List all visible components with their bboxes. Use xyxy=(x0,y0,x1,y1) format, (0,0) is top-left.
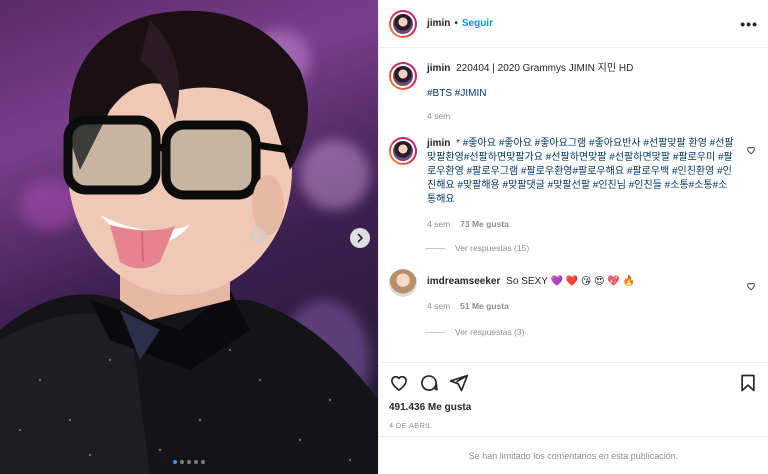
comment-time[interactable]: 4 sem xyxy=(427,219,450,229)
replies-label: Ver respuestas (15) xyxy=(455,243,530,253)
comment-username[interactable]: jimin xyxy=(427,138,450,149)
carousel-dot xyxy=(173,460,177,464)
comment-time[interactable]: 4 sem xyxy=(427,301,450,311)
comment-meta: 4 sem 73 Me gusta xyxy=(427,219,736,229)
list-item: jimin * #좋아요 #좋아요 #좋아요그램 #좋아요반사 #선팔맞팔 환영… xyxy=(389,137,758,229)
chevron-right-icon xyxy=(357,233,364,243)
list-item: imdreamseeker So SEXY 💜 ❤️ 😘 😍 💖 🔥 4 sem… xyxy=(389,269,758,311)
heart-icon xyxy=(747,146,755,155)
replies-label: Ver respuestas (3) xyxy=(455,327,525,337)
avatar[interactable] xyxy=(389,269,417,297)
carousel-next-button[interactable] xyxy=(350,228,370,248)
comment-like-button[interactable] xyxy=(746,281,756,294)
follow-button[interactable]: Seguir xyxy=(462,18,493,29)
avatar[interactable] xyxy=(389,137,417,165)
comment-meta: 4 sem 51 Me gusta xyxy=(427,301,736,311)
share-icon xyxy=(449,374,469,391)
avatar[interactable] xyxy=(389,62,417,90)
comment-likes[interactable]: 51 Me gusta xyxy=(460,301,509,311)
carousel-dot xyxy=(201,460,205,464)
heart-icon xyxy=(747,282,755,291)
likes-count[interactable]: 491.436 Me gusta xyxy=(379,402,768,418)
view-replies-button[interactable]: Ver respuestas (15) xyxy=(425,243,758,253)
comment-text: * #좋아요 #좋아요 #좋아요그램 #좋아요반사 #선팔맞팔 환영 #선팔맞팔… xyxy=(427,138,734,205)
comment-like-button[interactable] xyxy=(746,145,756,158)
post-header: jimin • Seguir ••• xyxy=(379,0,768,48)
carousel-dot xyxy=(194,460,198,464)
bookmark-icon xyxy=(741,374,755,391)
post-photo[interactable] xyxy=(0,0,378,474)
heart-icon xyxy=(391,375,407,391)
person-illustration xyxy=(0,10,378,474)
action-bar xyxy=(379,362,768,402)
caption: jimin 220404 | 2020 Grammys JIMIN 지민 HD … xyxy=(389,62,758,121)
carousel-dot xyxy=(187,460,191,464)
avatar[interactable] xyxy=(389,9,417,38)
header-separator: • xyxy=(454,18,458,29)
save-button[interactable] xyxy=(738,373,758,393)
more-options-icon[interactable]: ••• xyxy=(740,16,758,32)
comments-limited-notice: Se han limitado los comentarios en esta … xyxy=(379,436,768,474)
carousel-indicators xyxy=(0,460,378,464)
caption-meta: 4 sem xyxy=(427,111,736,121)
post-side-panel: jimin • Seguir ••• jimin 220404 | 2020 G… xyxy=(378,0,768,474)
caption-username[interactable]: jimin xyxy=(427,63,450,74)
view-replies-button[interactable]: Ver respuestas (3) xyxy=(425,327,758,337)
header-username[interactable]: jimin xyxy=(427,18,450,29)
share-button[interactable] xyxy=(449,373,469,393)
comment-username[interactable]: imdreamseeker xyxy=(427,276,500,287)
caption-time[interactable]: 4 sem xyxy=(427,111,450,121)
comments-list[interactable]: jimin 220404 | 2020 Grammys JIMIN 지민 HD … xyxy=(379,48,768,362)
comment-likes[interactable]: 73 Me gusta xyxy=(460,219,509,229)
caption-text: 220404 | 2020 Grammys JIMIN 지민 HD xyxy=(456,63,634,74)
comment-icon xyxy=(421,374,438,391)
comment-button[interactable] xyxy=(419,373,439,393)
comment-text: So SEXY 💜 ❤️ 😘 😍 💖 🔥 xyxy=(506,276,636,287)
carousel-dot xyxy=(180,460,184,464)
like-button[interactable] xyxy=(389,373,409,393)
post-date[interactable]: 4 DE ABRIL xyxy=(379,418,768,436)
instagram-post: jimin • Seguir ••• jimin 220404 | 2020 G… xyxy=(0,0,768,474)
caption-hashtags[interactable]: #BTS #JIMIN xyxy=(427,88,736,99)
